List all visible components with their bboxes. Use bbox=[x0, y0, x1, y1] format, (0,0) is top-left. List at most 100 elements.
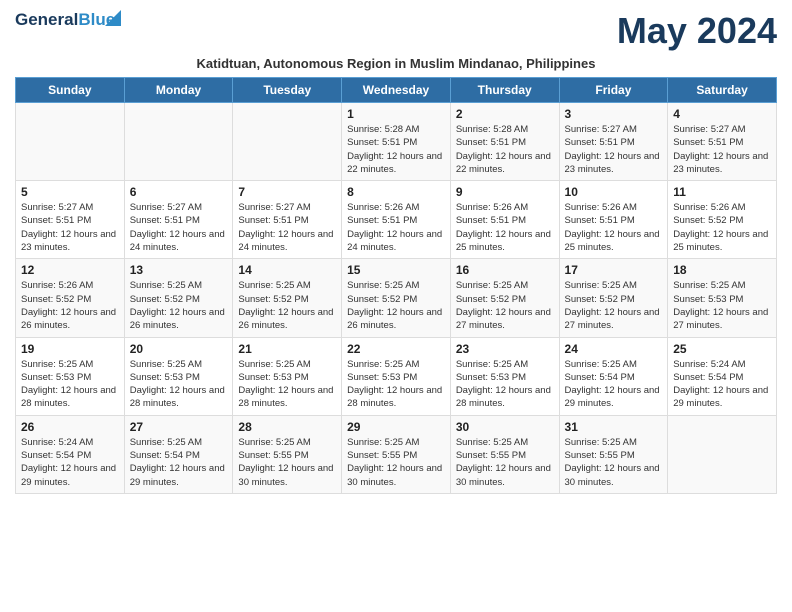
cell-info: Sunrise: 5:25 AM Sunset: 5:52 PM Dayligh… bbox=[238, 279, 336, 332]
cell-info: Sunrise: 5:24 AM Sunset: 5:54 PM Dayligh… bbox=[21, 436, 119, 489]
day-number: 7 bbox=[238, 185, 336, 199]
day-number: 21 bbox=[238, 342, 336, 356]
calendar-cell bbox=[668, 415, 777, 493]
calendar-cell: 4 Sunrise: 5:27 AM Sunset: 5:51 PM Daylig… bbox=[668, 103, 777, 181]
calendar-week-row: 26 Sunrise: 5:24 AM Sunset: 5:54 PM Dayli… bbox=[16, 415, 777, 493]
col-wednesday: Wednesday bbox=[342, 78, 451, 103]
day-number: 1 bbox=[347, 107, 445, 121]
cell-info: Sunrise: 5:26 AM Sunset: 5:52 PM Dayligh… bbox=[673, 201, 771, 254]
day-number: 24 bbox=[565, 342, 663, 356]
calendar-cell: 17Sunrise: 5:25 AM Sunset: 5:52 PM Dayli… bbox=[559, 259, 668, 337]
cell-info: Sunrise: 5:27 AM Sunset: 5:51 PM Dayligh… bbox=[238, 201, 336, 254]
day-number: 25 bbox=[673, 342, 771, 356]
day-number: 18 bbox=[673, 263, 771, 277]
calendar-cell: 11 Sunrise: 5:26 AM Sunset: 5:52 PM Dayli… bbox=[668, 181, 777, 259]
calendar-cell: 3Sunrise: 5:27 AM Sunset: 5:51 PM Daylig… bbox=[559, 103, 668, 181]
day-number: 11 bbox=[673, 185, 771, 199]
col-sunday: Sunday bbox=[16, 78, 125, 103]
calendar-cell: 31Sunrise: 5:25 AM Sunset: 5:55 PM Dayli… bbox=[559, 415, 668, 493]
cell-info: Sunrise: 5:27 AM Sunset: 5:51 PM Dayligh… bbox=[130, 201, 228, 254]
day-number: 22 bbox=[347, 342, 445, 356]
calendar-cell: 1 Sunrise: 5:28 AM Sunset: 5:51 PM Daylig… bbox=[342, 103, 451, 181]
calendar-cell: 15Sunrise: 5:25 AM Sunset: 5:52 PM Dayli… bbox=[342, 259, 451, 337]
cell-info: Sunrise: 5:25 AM Sunset: 5:53 PM Dayligh… bbox=[130, 358, 228, 411]
calendar-cell: 8 Sunrise: 5:26 AM Sunset: 5:51 PM Daylig… bbox=[342, 181, 451, 259]
day-number: 9 bbox=[456, 185, 554, 199]
calendar-cell: 16Sunrise: 5:25 AM Sunset: 5:52 PM Dayli… bbox=[450, 259, 559, 337]
header: GeneralBlue May 2024 bbox=[15, 10, 777, 52]
cell-info: Sunrise: 5:25 AM Sunset: 5:55 PM Dayligh… bbox=[347, 436, 445, 489]
cell-info: Sunrise: 5:27 AM Sunset: 5:51 PM Dayligh… bbox=[21, 201, 119, 254]
calendar-week-row: 5 Sunrise: 5:27 AM Sunset: 5:51 PM Daylig… bbox=[16, 181, 777, 259]
day-number: 27 bbox=[130, 420, 228, 434]
calendar-week-row: 19 Sunrise: 5:25 AM Sunset: 5:53 PM Dayli… bbox=[16, 337, 777, 415]
cell-info: Sunrise: 5:25 AM Sunset: 5:55 PM Dayligh… bbox=[565, 436, 663, 489]
col-thursday: Thursday bbox=[450, 78, 559, 103]
calendar-week-row: 12Sunrise: 5:26 AM Sunset: 5:52 PM Dayli… bbox=[16, 259, 777, 337]
calendar-cell: 7 Sunrise: 5:27 AM Sunset: 5:51 PM Daylig… bbox=[233, 181, 342, 259]
calendar-cell: 24Sunrise: 5:25 AM Sunset: 5:54 PM Dayli… bbox=[559, 337, 668, 415]
cell-info: Sunrise: 5:27 AM Sunset: 5:51 PM Dayligh… bbox=[673, 123, 771, 176]
day-number: 29 bbox=[347, 420, 445, 434]
day-number: 14 bbox=[238, 263, 336, 277]
day-number: 13 bbox=[130, 263, 228, 277]
cell-info: Sunrise: 5:25 AM Sunset: 5:52 PM Dayligh… bbox=[130, 279, 228, 332]
calendar-cell: 5 Sunrise: 5:27 AM Sunset: 5:51 PM Daylig… bbox=[16, 181, 125, 259]
cell-info: Sunrise: 5:25 AM Sunset: 5:52 PM Dayligh… bbox=[565, 279, 663, 332]
day-number: 30 bbox=[456, 420, 554, 434]
cell-info: Sunrise: 5:25 AM Sunset: 5:52 PM Dayligh… bbox=[456, 279, 554, 332]
calendar-cell: 18 Sunrise: 5:25 AM Sunset: 5:53 PM Dayli… bbox=[668, 259, 777, 337]
cell-info: Sunrise: 5:26 AM Sunset: 5:51 PM Dayligh… bbox=[456, 201, 554, 254]
calendar-cell: 20 Sunrise: 5:25 AM Sunset: 5:53 PM Dayli… bbox=[124, 337, 233, 415]
day-number: 28 bbox=[238, 420, 336, 434]
calendar-cell: 21 Sunrise: 5:25 AM Sunset: 5:53 PM Dayli… bbox=[233, 337, 342, 415]
logo-triangle-icon bbox=[105, 10, 121, 26]
day-number: 6 bbox=[130, 185, 228, 199]
cell-info: Sunrise: 5:25 AM Sunset: 5:53 PM Dayligh… bbox=[347, 358, 445, 411]
day-number: 15 bbox=[347, 263, 445, 277]
cell-info: Sunrise: 5:28 AM Sunset: 5:51 PM Dayligh… bbox=[456, 123, 554, 176]
calendar-cell: 12Sunrise: 5:26 AM Sunset: 5:52 PM Dayli… bbox=[16, 259, 125, 337]
calendar-cell bbox=[233, 103, 342, 181]
cell-info: Sunrise: 5:25 AM Sunset: 5:53 PM Dayligh… bbox=[238, 358, 336, 411]
page: GeneralBlue May 2024 Katidtuan, Autonomo… bbox=[0, 0, 792, 504]
subtitle: Katidtuan, Autonomous Region in Muslim M… bbox=[15, 56, 777, 71]
calendar-cell: 26 Sunrise: 5:24 AM Sunset: 5:54 PM Dayli… bbox=[16, 415, 125, 493]
calendar-cell: 2 Sunrise: 5:28 AM Sunset: 5:51 PM Daylig… bbox=[450, 103, 559, 181]
day-number: 2 bbox=[456, 107, 554, 121]
calendar-cell: 27 Sunrise: 5:25 AM Sunset: 5:54 PM Dayli… bbox=[124, 415, 233, 493]
calendar-cell bbox=[124, 103, 233, 181]
col-monday: Monday bbox=[124, 78, 233, 103]
col-saturday: Saturday bbox=[668, 78, 777, 103]
cell-info: Sunrise: 5:26 AM Sunset: 5:51 PM Dayligh… bbox=[347, 201, 445, 254]
day-number: 4 bbox=[673, 107, 771, 121]
day-number: 20 bbox=[130, 342, 228, 356]
day-number: 26 bbox=[21, 420, 119, 434]
calendar-cell: 28Sunrise: 5:25 AM Sunset: 5:55 PM Dayli… bbox=[233, 415, 342, 493]
calendar-cell: 22 Sunrise: 5:25 AM Sunset: 5:53 PM Dayli… bbox=[342, 337, 451, 415]
day-number: 8 bbox=[347, 185, 445, 199]
calendar-cell bbox=[16, 103, 125, 181]
calendar-cell: 19Sunrise: 5:25 AM Sunset: 5:53 PM Dayli… bbox=[16, 337, 125, 415]
cell-info: Sunrise: 5:26 AM Sunset: 5:51 PM Dayligh… bbox=[565, 201, 663, 254]
cell-info: Sunrise: 5:25 AM Sunset: 5:53 PM Dayligh… bbox=[673, 279, 771, 332]
day-number: 12 bbox=[21, 263, 119, 277]
cell-info: Sunrise: 5:28 AM Sunset: 5:51 PM Dayligh… bbox=[347, 123, 445, 176]
cell-info: Sunrise: 5:25 AM Sunset: 5:53 PM Dayligh… bbox=[456, 358, 554, 411]
day-number: 5 bbox=[21, 185, 119, 199]
day-number: 3 bbox=[565, 107, 663, 121]
calendar-cell: 6 Sunrise: 5:27 AM Sunset: 5:51 PM Daylig… bbox=[124, 181, 233, 259]
calendar-cell: 13 Sunrise: 5:25 AM Sunset: 5:52 PM Dayli… bbox=[124, 259, 233, 337]
logo: GeneralBlue bbox=[15, 10, 115, 30]
day-number: 10 bbox=[565, 185, 663, 199]
calendar-cell: 23Sunrise: 5:25 AM Sunset: 5:53 PM Dayli… bbox=[450, 337, 559, 415]
calendar-cell: 29 Sunrise: 5:25 AM Sunset: 5:55 PM Dayli… bbox=[342, 415, 451, 493]
calendar-week-row: 1 Sunrise: 5:28 AM Sunset: 5:51 PM Daylig… bbox=[16, 103, 777, 181]
day-number: 19 bbox=[21, 342, 119, 356]
calendar-cell: 25Sunrise: 5:24 AM Sunset: 5:54 PM Dayli… bbox=[668, 337, 777, 415]
col-tuesday: Tuesday bbox=[233, 78, 342, 103]
logo-general: General bbox=[15, 10, 78, 29]
calendar-table: Sunday Monday Tuesday Wednesday Thursday… bbox=[15, 77, 777, 494]
calendar-header-row: Sunday Monday Tuesday Wednesday Thursday… bbox=[16, 78, 777, 103]
cell-info: Sunrise: 5:25 AM Sunset: 5:54 PM Dayligh… bbox=[130, 436, 228, 489]
